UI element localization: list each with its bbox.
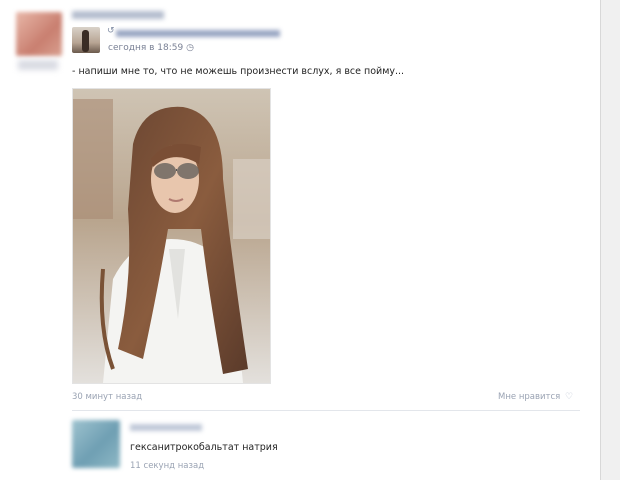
- post-timestamp-text: сегодня в 18:59: [108, 43, 184, 53]
- right-scroll-rail[interactable]: [600, 0, 620, 480]
- repost-source-thumbnail[interactable]: [72, 27, 100, 53]
- post-author-avatar[interactable]: [16, 12, 62, 56]
- post-photo[interactable]: [72, 88, 271, 384]
- comment-text: гексанитрокобальтат натрия: [130, 442, 278, 453]
- commenter-name[interactable]: [130, 424, 202, 431]
- comment-timestamp[interactable]: 11 секунд назад: [130, 461, 204, 471]
- clock-icon: ◷: [186, 43, 194, 53]
- repost-source-title[interactable]: [116, 30, 280, 37]
- post-author-status-blur: [18, 60, 58, 70]
- like-button[interactable]: Мне нравится ♡: [498, 392, 573, 402]
- like-label: Мне нравится: [498, 392, 561, 402]
- post-timestamp[interactable]: сегодня в 18:59 ◷: [108, 43, 194, 53]
- heart-icon: ♡: [564, 392, 574, 402]
- post-text: - напиши мне то, что не можешь произнест…: [72, 66, 405, 77]
- post-author-name[interactable]: [72, 11, 164, 19]
- repost-icon: ↺: [107, 26, 115, 36]
- commenter-avatar[interactable]: [72, 420, 120, 468]
- photo-timestamp[interactable]: 30 минут назад: [72, 392, 142, 402]
- comments-divider: [72, 410, 580, 411]
